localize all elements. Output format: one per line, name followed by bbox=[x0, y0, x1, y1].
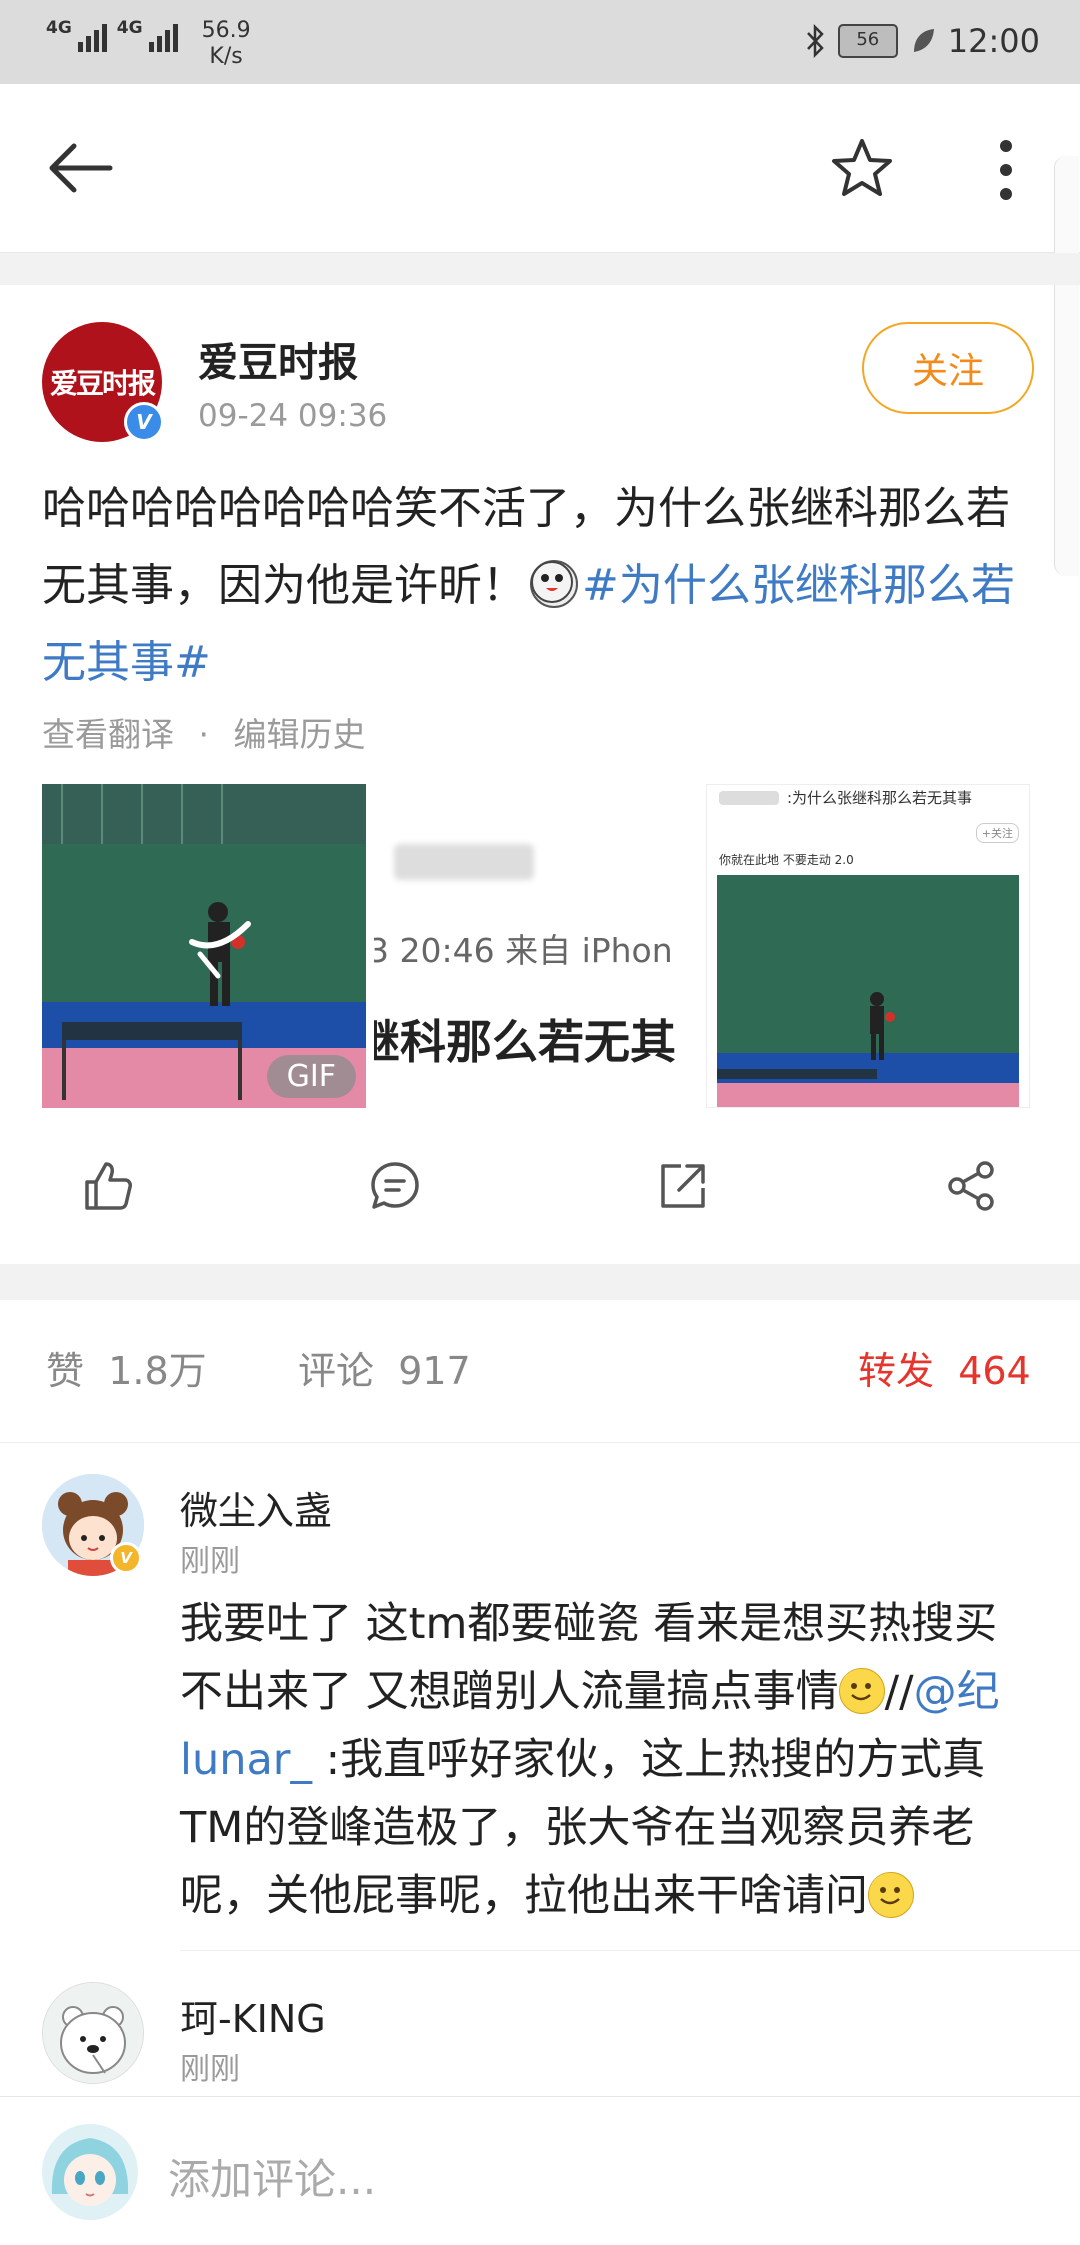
blurred-text bbox=[719, 791, 779, 805]
follow-button[interactable]: 关注 bbox=[862, 322, 1034, 414]
comment-input[interactable]: 添加评论... bbox=[168, 2146, 376, 2207]
share-button[interactable] bbox=[936, 1140, 1006, 1232]
speed-value: 56.9 bbox=[201, 18, 251, 43]
reposts-tab[interactable]: 转发 464 bbox=[858, 1340, 1031, 1395]
favorite-button[interactable] bbox=[830, 136, 898, 204]
status-bar: 4G 4G 56.9 K/s 56 12:00 bbox=[0, 0, 1080, 84]
edge-panel-handle[interactable] bbox=[1054, 156, 1079, 576]
share-nodes-icon bbox=[948, 1161, 994, 1211]
back-button[interactable] bbox=[44, 134, 124, 202]
section-gap-2 bbox=[0, 1264, 1080, 1300]
network-type-2: 4G bbox=[116, 18, 143, 38]
anime-girl-avatar bbox=[42, 2124, 138, 2220]
dog-emoji-icon bbox=[530, 560, 578, 608]
post-meta-links: 查看翻译 · 编辑历史 bbox=[42, 708, 366, 756]
back-arrow-icon bbox=[49, 143, 113, 193]
clock: 12:00 bbox=[947, 22, 1040, 60]
post-image-2[interactable]: 3 20:46 来自 iPhon 继科那么若无其 bbox=[374, 784, 698, 1108]
polar-bear-avatar bbox=[43, 1983, 143, 2083]
avatar-logo-text: 爱豆时报 bbox=[49, 367, 156, 400]
network-speed: 56.9 K/s bbox=[202, 18, 251, 70]
comment-button[interactable] bbox=[360, 1140, 430, 1232]
commenter-verified-icon: V bbox=[110, 1542, 142, 1574]
commenter-name[interactable]: 微尘入盏 bbox=[180, 1480, 332, 1535]
screenshot-caption: 你就在此地 不要走动 2.0 bbox=[719, 853, 854, 867]
section-gap bbox=[0, 253, 1080, 285]
meta-separator: · bbox=[198, 715, 210, 754]
comment-bar bbox=[0, 2096, 1080, 2245]
translate-link[interactable]: 查看翻译 bbox=[42, 715, 174, 754]
stats-tabs: 赞 1.8万 评论 917 转发 464 bbox=[0, 1330, 1080, 1410]
comments-tab[interactable]: 评论 917 bbox=[298, 1340, 471, 1395]
speed-unit: K/s bbox=[209, 44, 243, 69]
smile-emoji-icon bbox=[838, 1668, 885, 1714]
signal-icon-1: 4G bbox=[46, 18, 107, 52]
thumb-up-icon bbox=[85, 1162, 132, 1210]
author-name[interactable]: 爱豆时报 bbox=[198, 330, 358, 388]
screenshot-title-text: 继科那么若无其 bbox=[374, 1015, 676, 1069]
network-type-1: 4G bbox=[46, 18, 72, 38]
post-text: 哈哈哈哈哈哈哈哈笑不活了，为什么张继科那么若无其事，因为他是许昕！ #为什么张继科… bbox=[42, 470, 1042, 701]
status-left: 4G 4G 56.9 K/s bbox=[46, 18, 251, 70]
post-image-1[interactable]: GIF bbox=[42, 784, 366, 1108]
commenter-avatar-2[interactable] bbox=[42, 1982, 144, 2084]
comment-time-2: 刚刚 bbox=[180, 2052, 240, 2087]
comment-divider bbox=[180, 1950, 1080, 1951]
like-button[interactable] bbox=[72, 1140, 142, 1232]
more-vertical-icon bbox=[1000, 140, 1012, 200]
repost-slashes: // bbox=[884, 1667, 914, 1717]
commenter-name-2[interactable]: 珂-KING bbox=[180, 1988, 326, 2043]
edit-history-link[interactable]: 编辑历史 bbox=[234, 715, 366, 754]
star-icon bbox=[832, 139, 892, 196]
likes-tab[interactable]: 赞 1.8万 bbox=[46, 1340, 207, 1395]
reposts-count: 464 bbox=[958, 1349, 1031, 1393]
battery-icon: 56 bbox=[837, 24, 898, 58]
reposts-label: 转发 bbox=[858, 1349, 935, 1393]
more-button[interactable] bbox=[984, 136, 1028, 204]
status-right: 56 12:00 bbox=[804, 22, 1040, 60]
top-nav bbox=[0, 84, 1080, 253]
comment-time: 刚刚 bbox=[180, 1544, 240, 1579]
gif-badge: GIF bbox=[266, 1055, 356, 1098]
comment-bubble-icon bbox=[371, 1162, 419, 1209]
post-actions bbox=[0, 1140, 1080, 1232]
my-avatar[interactable] bbox=[42, 2124, 138, 2220]
smile-emoji-icon bbox=[868, 1872, 914, 1918]
screenshot-meta-text: 3 20:46 来自 iPhon bbox=[374, 931, 673, 970]
screenshot-follow: +关注 bbox=[975, 823, 1019, 843]
repost-button[interactable] bbox=[648, 1140, 718, 1232]
comment-text: 我要吐了 这tm都要碰瓷 看来是想买热搜买不出来了 又想蹭别人流量搞点事情//@… bbox=[180, 1590, 1040, 1930]
likes-label: 赞 bbox=[46, 1349, 85, 1393]
blurred-username bbox=[394, 844, 534, 880]
post-images: GIF 3 20:46 来自 iPhon 继科那么若无其 :为什么张继科那么若无… bbox=[42, 784, 1038, 1108]
stats-divider bbox=[0, 1442, 1080, 1443]
signal-icon-2: 4G bbox=[117, 18, 178, 52]
bluetooth-icon bbox=[806, 24, 824, 58]
leaf-icon bbox=[913, 29, 934, 52]
screenshot-title: :为什么张继科那么若无其事 bbox=[787, 789, 973, 807]
post-image-3[interactable]: :为什么张继科那么若无其事 +关注 你就在此地 不要走动 2.0 bbox=[706, 784, 1030, 1108]
comments-count: 917 bbox=[398, 1349, 471, 1393]
table-tennis-screenshot-image bbox=[717, 875, 1019, 1107]
comments-label: 评论 bbox=[298, 1349, 375, 1393]
external-share-icon bbox=[661, 1164, 705, 1208]
likes-count: 1.8万 bbox=[108, 1349, 207, 1393]
verified-badge-icon: V bbox=[124, 402, 164, 442]
post-time: 09-24 09:36 bbox=[198, 398, 388, 434]
